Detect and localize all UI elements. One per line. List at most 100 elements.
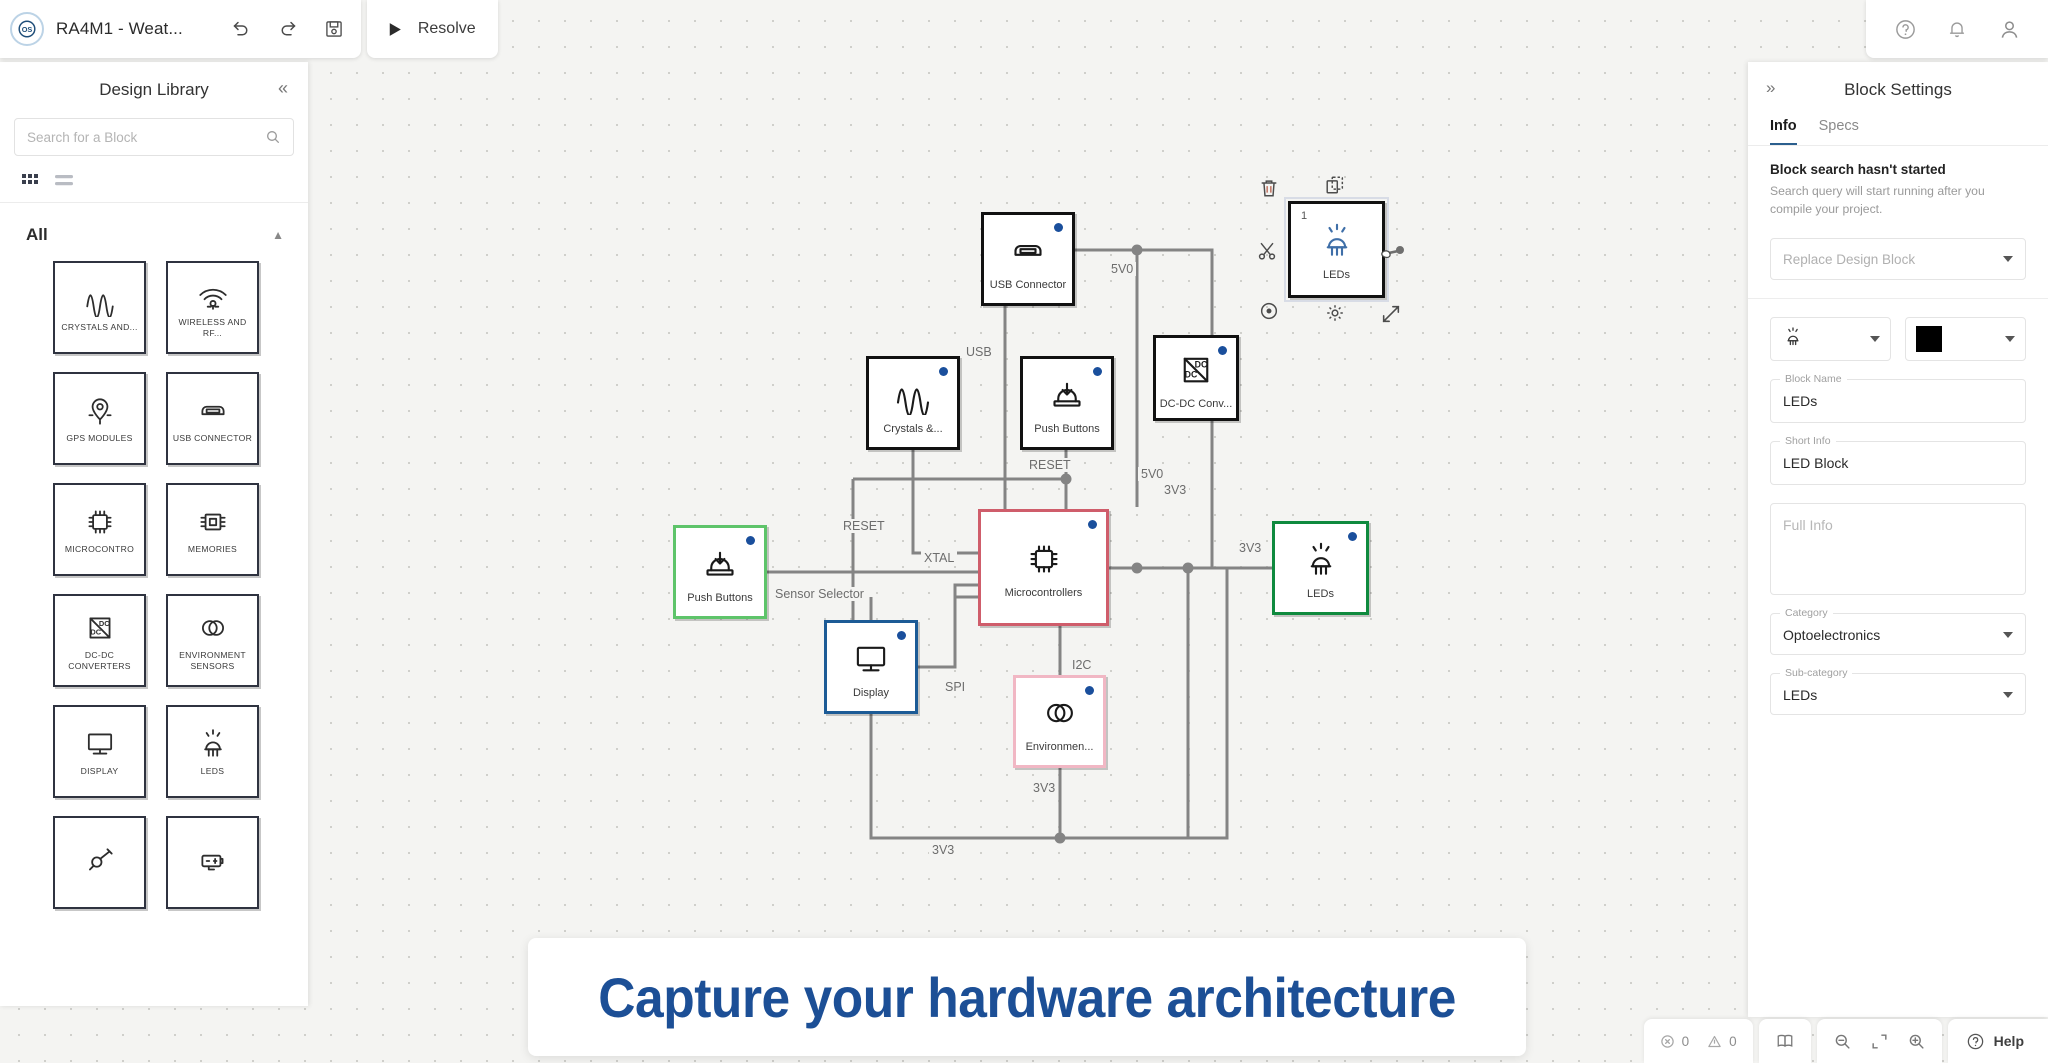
gps-pin-icon (83, 393, 117, 429)
block-name-value: LEDs (1783, 393, 1818, 410)
help-circle-icon[interactable] (1892, 16, 1918, 42)
dc-dc-converter-icon: DC DC (1176, 347, 1216, 393)
block-label: Push Buttons (687, 591, 753, 604)
library-tile[interactable]: DC DC DC-DC CONVERTERS (53, 594, 146, 687)
redo-icon[interactable] (275, 16, 301, 42)
library-tile[interactable]: CRYSTALS AND... (53, 261, 146, 354)
chevron-down-icon (2003, 632, 2013, 639)
zoom-controls-group (1816, 1019, 1942, 1063)
banner-text: Capture your hardware architecture (598, 965, 1456, 1029)
tab-specs[interactable]: Specs (1819, 118, 1859, 145)
diagram-block-env[interactable]: Environmen... (1013, 675, 1106, 768)
chevron-up-icon[interactable]: ▲ (272, 228, 284, 242)
block-icon-picker[interactable] (1770, 317, 1891, 362)
full-info-field[interactable]: Full Info (1770, 503, 2026, 596)
wire-label: I2C (1069, 658, 1095, 672)
library-search-box[interactable] (14, 118, 294, 156)
block-status-dot (746, 536, 755, 545)
diagram-block-mcu[interactable]: Microcontrollers (978, 509, 1109, 626)
zoom-out-icon[interactable] (1833, 1032, 1852, 1051)
warning-count-item[interactable]: 0 (1707, 1034, 1737, 1049)
resize-handle-icon[interactable] (1376, 299, 1406, 329)
library-category-label: All (26, 225, 48, 244)
zoom-in-icon[interactable] (1907, 1032, 1926, 1051)
chevron-down-icon (2005, 336, 2015, 343)
diagram-block-led2[interactable]: LEDs (1272, 521, 1369, 615)
display-monitor-icon (851, 636, 891, 682)
anchor-point-icon[interactable] (1254, 296, 1284, 326)
diagram-block-pbleft[interactable]: Push Buttons (673, 525, 767, 619)
delete-block-icon[interactable] (1254, 173, 1284, 203)
short-info-value: LED Block (1783, 455, 1849, 472)
save-disk-icon[interactable] (321, 16, 347, 42)
bell-icon[interactable] (1944, 16, 1970, 42)
block-settings-title: Block Settings (1844, 80, 1952, 99)
library-tile[interactable]: ENVIRONMENT SENSORS (166, 594, 259, 687)
block-color-picker[interactable] (1905, 317, 2026, 362)
short-info-legend: Short Info (1780, 435, 1836, 448)
crystal-wave-icon (83, 282, 117, 318)
full-info-placeholder: Full Info (1783, 517, 1833, 534)
resolve-button[interactable]: Resolve (366, 0, 498, 58)
play-icon (389, 22, 401, 36)
library-tile[interactable]: GPS MODULES (53, 372, 146, 465)
tab-info[interactable]: Info (1770, 118, 1797, 145)
connector-handle-icon[interactable] (1378, 238, 1408, 268)
library-tile[interactable]: WIRELESS AND RF... (166, 261, 259, 354)
wire-label: XTAL (921, 551, 958, 565)
diagram-block-ledsel[interactable]: 1 LEDs (1284, 197, 1389, 302)
color-swatch (1916, 326, 1942, 353)
svg-text:DC: DC (1185, 369, 1198, 379)
error-count-item[interactable]: 0 (1660, 1034, 1689, 1049)
fit-to-screen-icon[interactable] (1870, 1032, 1889, 1051)
category-field[interactable]: Category Optoelectronics (1770, 607, 2026, 656)
led-lamp-icon (196, 726, 230, 762)
block-status-dot (1085, 686, 1094, 695)
library-category-row[interactable]: All ▲ (0, 203, 308, 253)
diagram-block-disp[interactable]: Display (824, 620, 918, 714)
block-name-field[interactable]: Block Name LEDs (1770, 373, 2026, 424)
library-tile[interactable]: DISPLAY (53, 705, 146, 798)
diagram-block-xtal[interactable]: Crystals &... (866, 356, 960, 450)
replace-design-block-select[interactable]: Replace Design Block (1770, 238, 2026, 281)
chevron-down-icon (2003, 692, 2013, 699)
category-legend: Category (1780, 607, 1833, 620)
list-view-icon[interactable] (55, 174, 74, 188)
block-settings-icon[interactable] (1320, 298, 1350, 328)
block-status-dot (1348, 532, 1357, 541)
user-avatar-icon[interactable] (1996, 16, 2022, 42)
svg-text:DC: DC (1195, 359, 1208, 369)
undo-icon[interactable] (229, 16, 255, 42)
block-label: Crystals &... (883, 422, 943, 435)
wire-label: 5V0 (1108, 262, 1137, 276)
cut-block-icon[interactable] (1252, 236, 1282, 266)
library-tile-label: ENVIRONMENT SENSORS (179, 649, 246, 671)
library-tile[interactable]: USB CONNECTOR (166, 372, 259, 465)
library-tile[interactable] (53, 816, 146, 909)
library-tile[interactable]: MICROCONTRO (53, 483, 146, 576)
crystal-wave-icon (893, 372, 933, 418)
library-tile[interactable] (166, 816, 259, 909)
sub-category-field[interactable]: Sub-category LEDs (1770, 667, 2026, 716)
diagram-block-usb[interactable]: USB Connector (981, 212, 1075, 306)
search-input[interactable] (27, 129, 257, 145)
library-tile-label: MEMORIES (187, 544, 238, 555)
diagram-block-dcdc[interactable]: DC DC DC-DC Conv... (1153, 335, 1239, 421)
environment-sensor-icon (1040, 690, 1080, 736)
short-info-field[interactable]: Short Info LED Block (1770, 435, 2026, 486)
block-label: LEDs (1307, 587, 1334, 600)
error-circle-icon (1660, 1034, 1674, 1048)
header-left-group: OS RA4M1 - Weat... (0, 0, 361, 58)
microchip-icon (1024, 536, 1064, 582)
grid-view-icon[interactable] (22, 174, 41, 188)
duplicate-block-icon[interactable] (1320, 170, 1350, 200)
app-root: USB Connector Crystals &... Push Buttons DC… (0, 0, 2048, 1063)
library-tile[interactable]: LEDS (166, 705, 259, 798)
cable-loop-icon (83, 843, 117, 879)
book-map-icon[interactable] (1775, 1032, 1795, 1050)
chevron-double-left-icon[interactable]: « (278, 79, 288, 97)
chevron-double-right-icon[interactable]: » (1766, 79, 1775, 96)
help-button[interactable]: Help (1947, 1019, 2048, 1063)
library-tile[interactable]: MEMORIES (166, 483, 259, 576)
diagram-block-pbtop[interactable]: Push Buttons (1020, 356, 1114, 450)
